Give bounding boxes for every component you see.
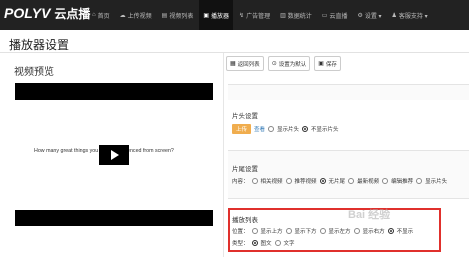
nav-item-upload[interactable]: ☁ 上传视频 [116, 0, 156, 30]
header-divider [0, 52, 469, 53]
nav-item-ads[interactable]: ↯ 广告管理 [235, 0, 274, 30]
nav-item-label: 播放器 [211, 13, 230, 20]
nav-item-home[interactable]: ⌂ 首页 [88, 0, 114, 30]
video-top-bar [15, 83, 213, 100]
radio-label: 编辑推荐 [391, 179, 414, 185]
live-icon: ▭ [321, 12, 328, 19]
page-title: 播放器设置 [9, 38, 70, 52]
radio-label: 显示片头 [425, 179, 448, 185]
radio-label: 显示片头 [277, 127, 300, 133]
tail-section-title: 片尾设置 [232, 166, 258, 173]
related-videos-radio[interactable] [251, 178, 258, 184]
button-label: 返回列表 [237, 61, 260, 68]
preview-title: 视频预览 [14, 67, 54, 78]
refresh-icon: ⊙ [271, 61, 277, 67]
cloud-upload-icon: ☁ [119, 12, 126, 19]
chart-icon: ▥ [280, 12, 286, 19]
tail-settings-panel [228, 150, 469, 200]
save-icon: ▣ [318, 61, 324, 67]
nav-item-label: 设置 ▾ [364, 13, 382, 20]
column-divider [223, 53, 224, 257]
show-tail-radio[interactable] [416, 178, 423, 184]
video-bottom-bar [15, 210, 213, 226]
home-icon: ⌂ [92, 12, 96, 18]
button-label: 保存 [325, 61, 337, 68]
logo-brand: POLYV [4, 5, 51, 21]
radio-label: 推荐视频 [294, 179, 317, 185]
no-tail-radio[interactable] [319, 178, 326, 184]
nav-item-label: 广告管理 [246, 13, 271, 20]
nav-item-live[interactable]: ▭ 云直播 [318, 0, 352, 30]
nav-item-support[interactable]: ♟ 客服支持 ▾ [388, 0, 432, 30]
button-label: 设置为默认 [278, 61, 307, 68]
gear-icon: ⚙ [357, 12, 363, 19]
save-button[interactable]: ▣ 保存 [314, 56, 341, 71]
upload-header-button[interactable]: 上传 [232, 124, 252, 134]
highlight-box [228, 208, 441, 252]
watermark: Bai 经验 [348, 209, 391, 221]
play-button[interactable] [99, 145, 129, 165]
show-header-radio[interactable] [268, 126, 275, 132]
nav-item-player[interactable]: ▣ 播放器 [199, 0, 234, 30]
radio-label: 相关视频 [260, 179, 283, 185]
app-logo[interactable]: POLYV 云点播 [4, 5, 90, 22]
radio-label: 最新视频 [357, 179, 380, 185]
tail-content-label: 内容： [232, 179, 249, 185]
player-icon: ▣ [203, 12, 210, 19]
nav-item-label: 客服支持 ▾ [398, 13, 428, 20]
top-navbar: POLYV 云点播 ⌂ 首页 ☁ 上传视频 ▤ 视频列表 ▣ 播放器 ↯ 广告管… [0, 0, 469, 30]
header-options-row: 上传 查看 显示片头 不显示片头 [232, 124, 339, 134]
editor-pick-radio[interactable] [382, 178, 389, 184]
logo-cn: 云点播 [54, 7, 91, 21]
main-nav: ⌂ 首页 ☁ 上传视频 ▤ 视频列表 ▣ 播放器 ↯ 广告管理 ▥ 数据统计 ▭… [88, 0, 432, 30]
header-section-title: 片头设置 [232, 113, 258, 120]
list-icon: ▤ [161, 12, 168, 19]
ads-icon: ↯ [239, 12, 245, 19]
list-icon: ▦ [230, 61, 236, 67]
radio-label: 无片尾 [328, 179, 346, 185]
return-list-button[interactable]: ▦ 返回列表 [226, 56, 264, 71]
nav-item-label: 数据统计 [287, 13, 312, 20]
view-header-link[interactable]: 查看 [254, 125, 265, 133]
nav-item-label: 上传视频 [127, 13, 152, 20]
nav-item-label: 云直播 [329, 13, 348, 20]
hide-header-radio[interactable] [302, 126, 309, 132]
set-default-button[interactable]: ⊙ 设置为默认 [267, 56, 311, 71]
nav-item-settings[interactable]: ⚙ 设置 ▾ [353, 0, 385, 30]
recommended-videos-radio[interactable] [285, 178, 292, 184]
latest-videos-radio[interactable] [348, 178, 355, 184]
radio-label: 不显示片头 [311, 127, 339, 133]
nav-item-label: 首页 [97, 13, 110, 20]
nav-item-stats[interactable]: ▥ 数据统计 [276, 0, 316, 30]
tail-options-row: 内容： 相关视频 推荐视频 无片尾 最新视频 编辑推荐 显示片头 [232, 177, 447, 185]
user-icon: ♟ [391, 12, 397, 19]
nav-item-label: 视频列表 [169, 13, 194, 20]
settings-toolbar: ▦ 返回列表 ⊙ 设置为默认 ▣ 保存 [226, 56, 341, 71]
nav-item-video-list[interactable]: ▤ 视频列表 [158, 0, 198, 30]
